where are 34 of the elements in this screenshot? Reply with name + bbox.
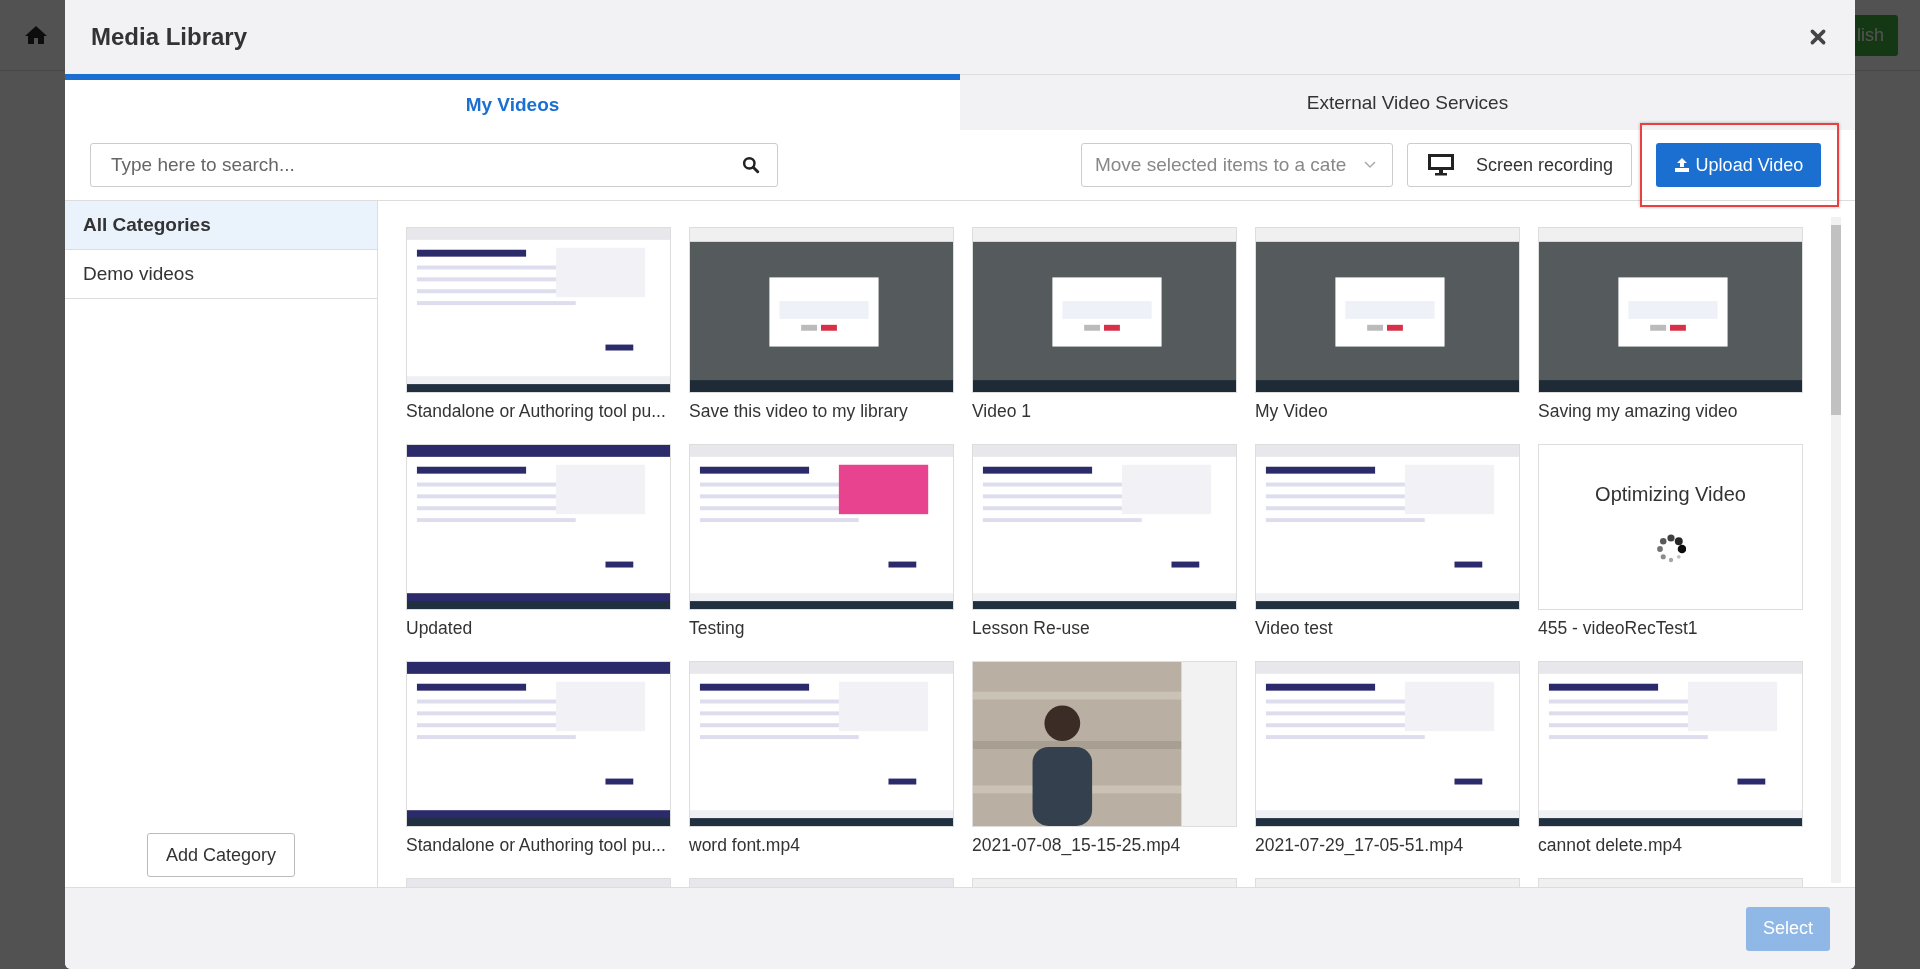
processing-status: Optimizing Video [1595,483,1746,506]
video-title: Standalone or Authoring tool pu... [406,401,667,422]
window-title: Media Library [91,23,248,51]
spinner-icon [1655,534,1686,564]
search-icon[interactable] [742,156,760,174]
add-category-button[interactable]: Add Category [146,833,296,877]
video-title: Updated [406,618,474,639]
tab[interactable]: External Video Services [960,74,1855,130]
video-title: 2021-07-08_15-15-25.mp4 [972,835,1182,856]
home-icon[interactable] [24,25,48,45]
upload-icon [1673,158,1690,172]
scrollbar[interactable] [1831,217,1841,883]
video-title: Video 1 [972,401,1033,422]
video-title: Standalone or Authoring tool pu... [406,835,667,856]
search-field[interactable]: Type here to search... [90,143,778,187]
video-title: 2021-07-29_17-05-51.mp4 [1255,835,1465,856]
screen-recording-button[interactable]: Screen recording [1406,143,1632,187]
category-item[interactable]: All Categories [65,201,377,250]
video-title: cannot delete.mp4 [1538,835,1683,856]
video-title: Lesson Re-use [972,618,1091,639]
monitor-icon [1427,154,1454,176]
video-title: My Video [1255,401,1329,422]
video-title: Saving my amazing video [1538,401,1739,422]
video-title: word font.mp4 [689,835,801,856]
video-title: Video test [1255,618,1334,639]
video-title: 455 - videoRecTest1 [1538,618,1699,639]
category-item[interactable]: Demo videos [65,250,377,299]
video-title: Save this video to my library [689,401,909,422]
upload-video-button[interactable]: Upload Video [1656,143,1821,187]
video-title: Testing [689,618,746,639]
close-icon[interactable] [1809,28,1827,46]
chevron-icon [1363,161,1376,169]
category-dropdown[interactable]: Move selected items to a cate [1080,143,1393,187]
processing-card[interactable]: Optimizing Video [1538,444,1803,610]
